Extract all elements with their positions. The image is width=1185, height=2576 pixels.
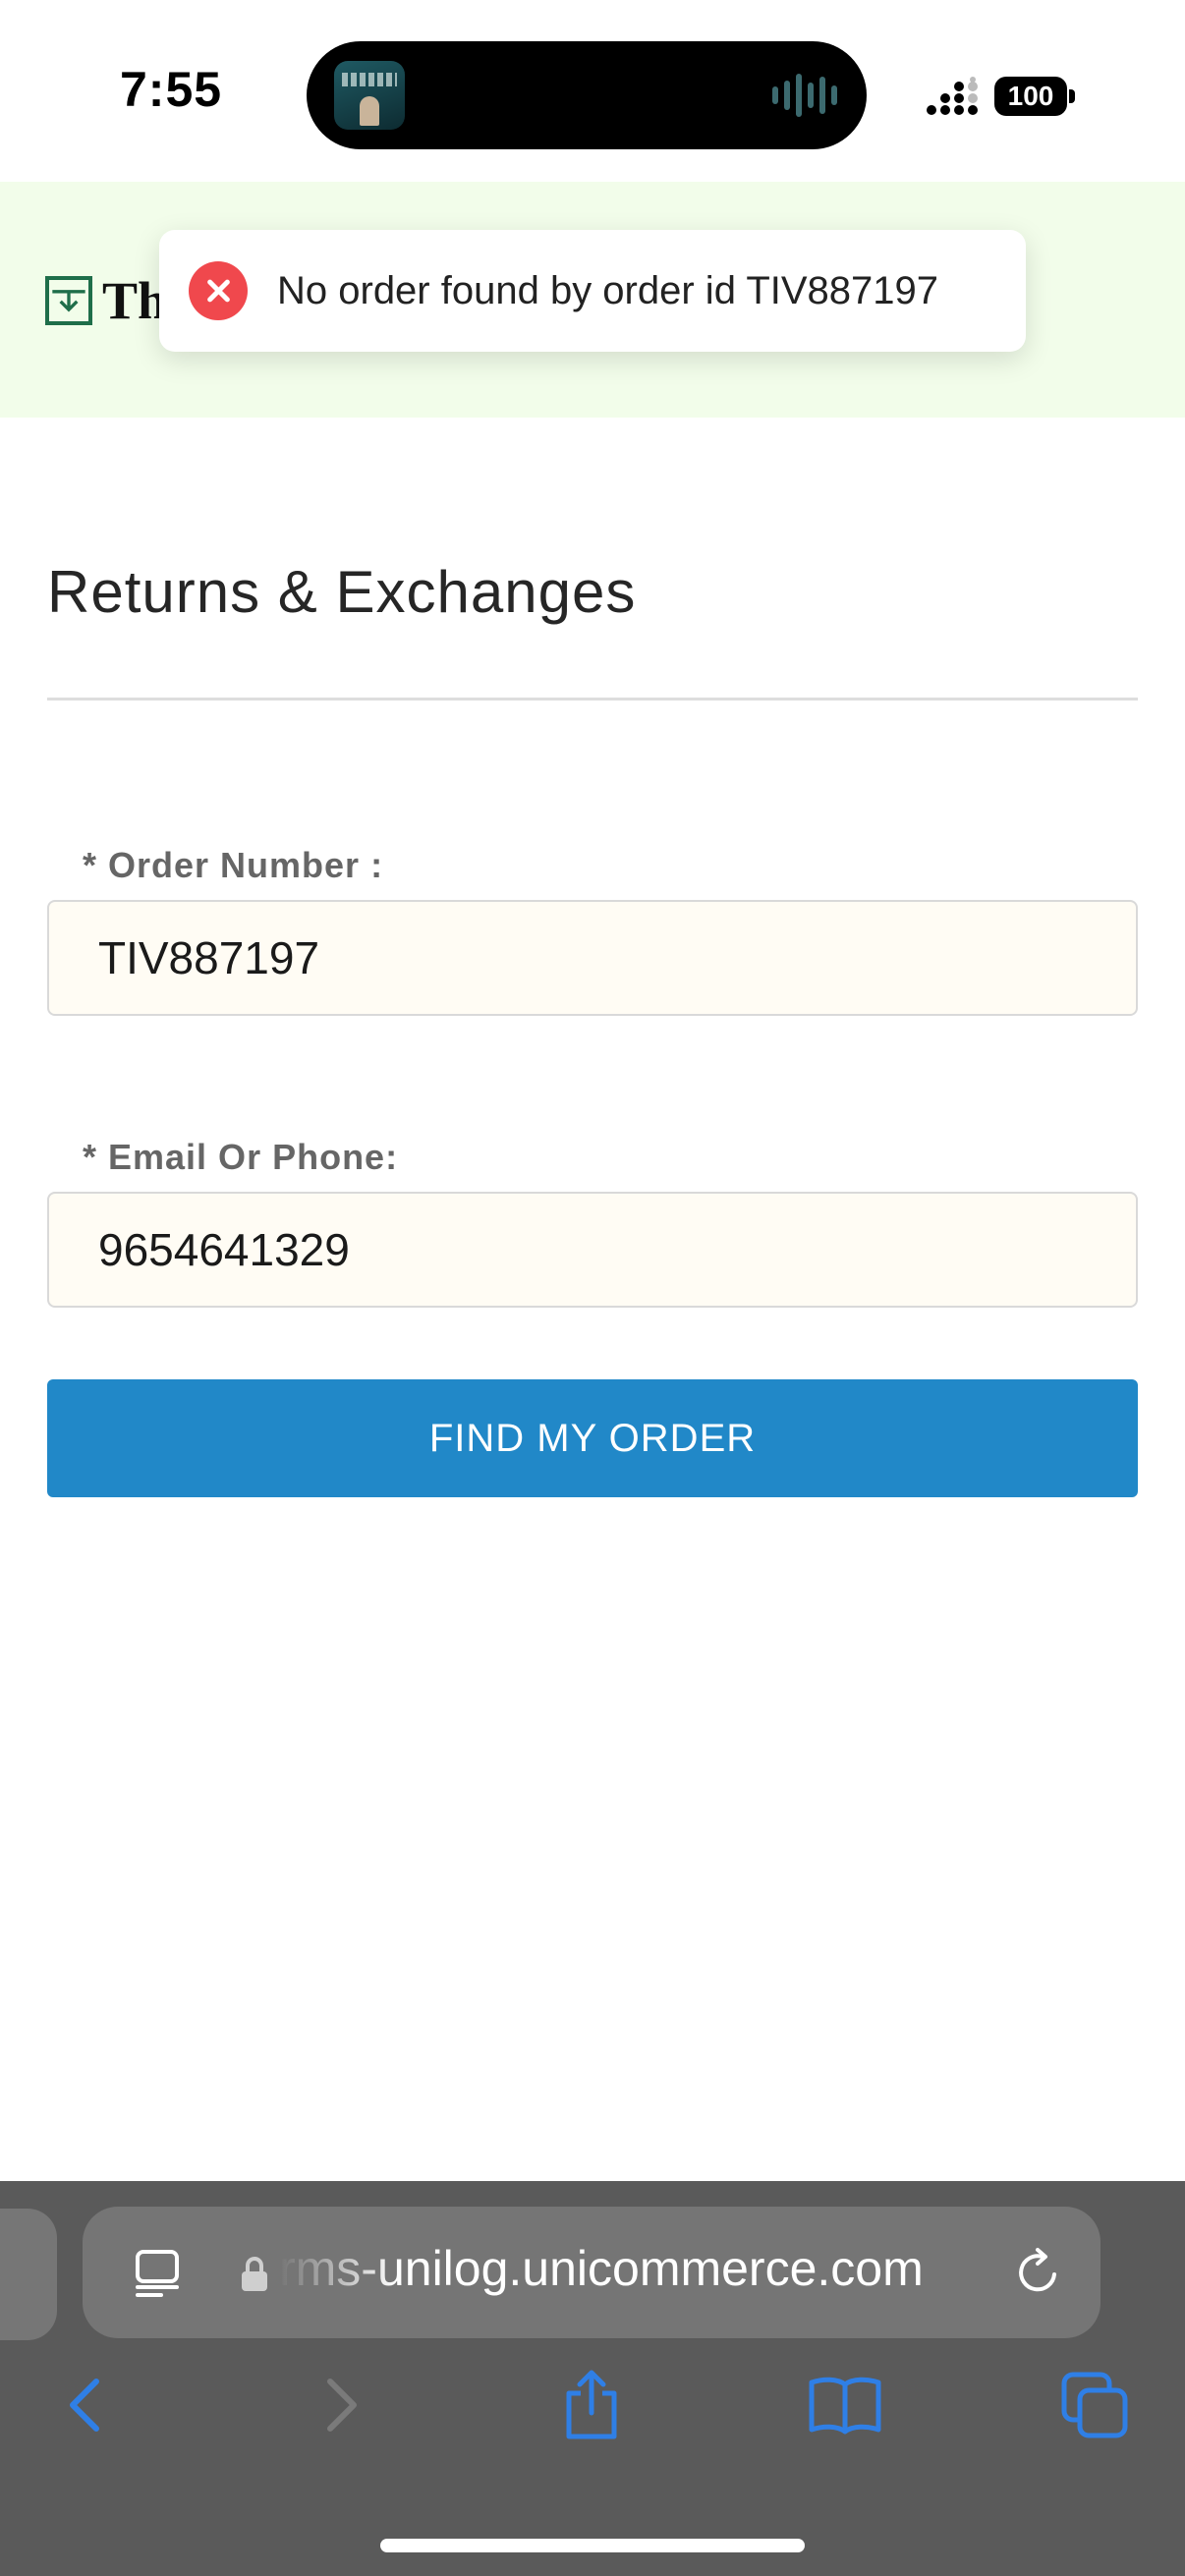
battery-icon: 100	[994, 77, 1075, 116]
tabs-icon[interactable]	[1055, 2366, 1134, 2444]
url-fade	[279, 2236, 397, 2309]
brand-logo-icon	[45, 276, 92, 325]
bookmarks-icon[interactable]	[806, 2366, 884, 2444]
page-title: Returns & Exchanges	[47, 559, 637, 625]
audio-waveform-icon	[772, 71, 837, 120]
lock-icon	[242, 2257, 267, 2291]
error-circle-icon	[189, 261, 248, 320]
reload-icon[interactable]	[1012, 2246, 1065, 2299]
error-toast: No order found by order id TIV887197	[159, 230, 1026, 352]
brand-logo-text: Th	[102, 271, 168, 330]
share-icon[interactable]	[552, 2366, 631, 2444]
address-bar[interactable]: rms-unilog.unicommerce.com	[83, 2207, 1100, 2338]
find-my-order-button[interactable]: FIND MY ORDER	[47, 1379, 1138, 1497]
battery-level: 100	[994, 77, 1067, 116]
reader-mode-icon[interactable]	[132, 2248, 183, 2299]
divider	[47, 698, 1138, 700]
status-bar: 7:55 100	[0, 0, 1185, 182]
order-number-input[interactable]	[47, 900, 1138, 1016]
cellular-signal-icon	[927, 77, 978, 115]
back-icon[interactable]	[45, 2366, 124, 2444]
status-time: 7:55	[120, 62, 223, 117]
home-indicator[interactable]	[380, 2539, 805, 2552]
album-art-icon	[334, 61, 405, 130]
order-number-label: * Order Number :	[83, 845, 384, 885]
toast-message: No order found by order id TIV887197	[277, 268, 939, 312]
previous-tab-preview[interactable]	[0, 2209, 57, 2340]
brand-logo[interactable]: Th	[45, 270, 167, 331]
email-or-phone-input[interactable]	[47, 1192, 1138, 1308]
dynamic-island[interactable]	[307, 41, 867, 149]
email-or-phone-label: * Email Or Phone:	[83, 1137, 399, 1177]
forward-icon[interactable]	[303, 2366, 381, 2444]
